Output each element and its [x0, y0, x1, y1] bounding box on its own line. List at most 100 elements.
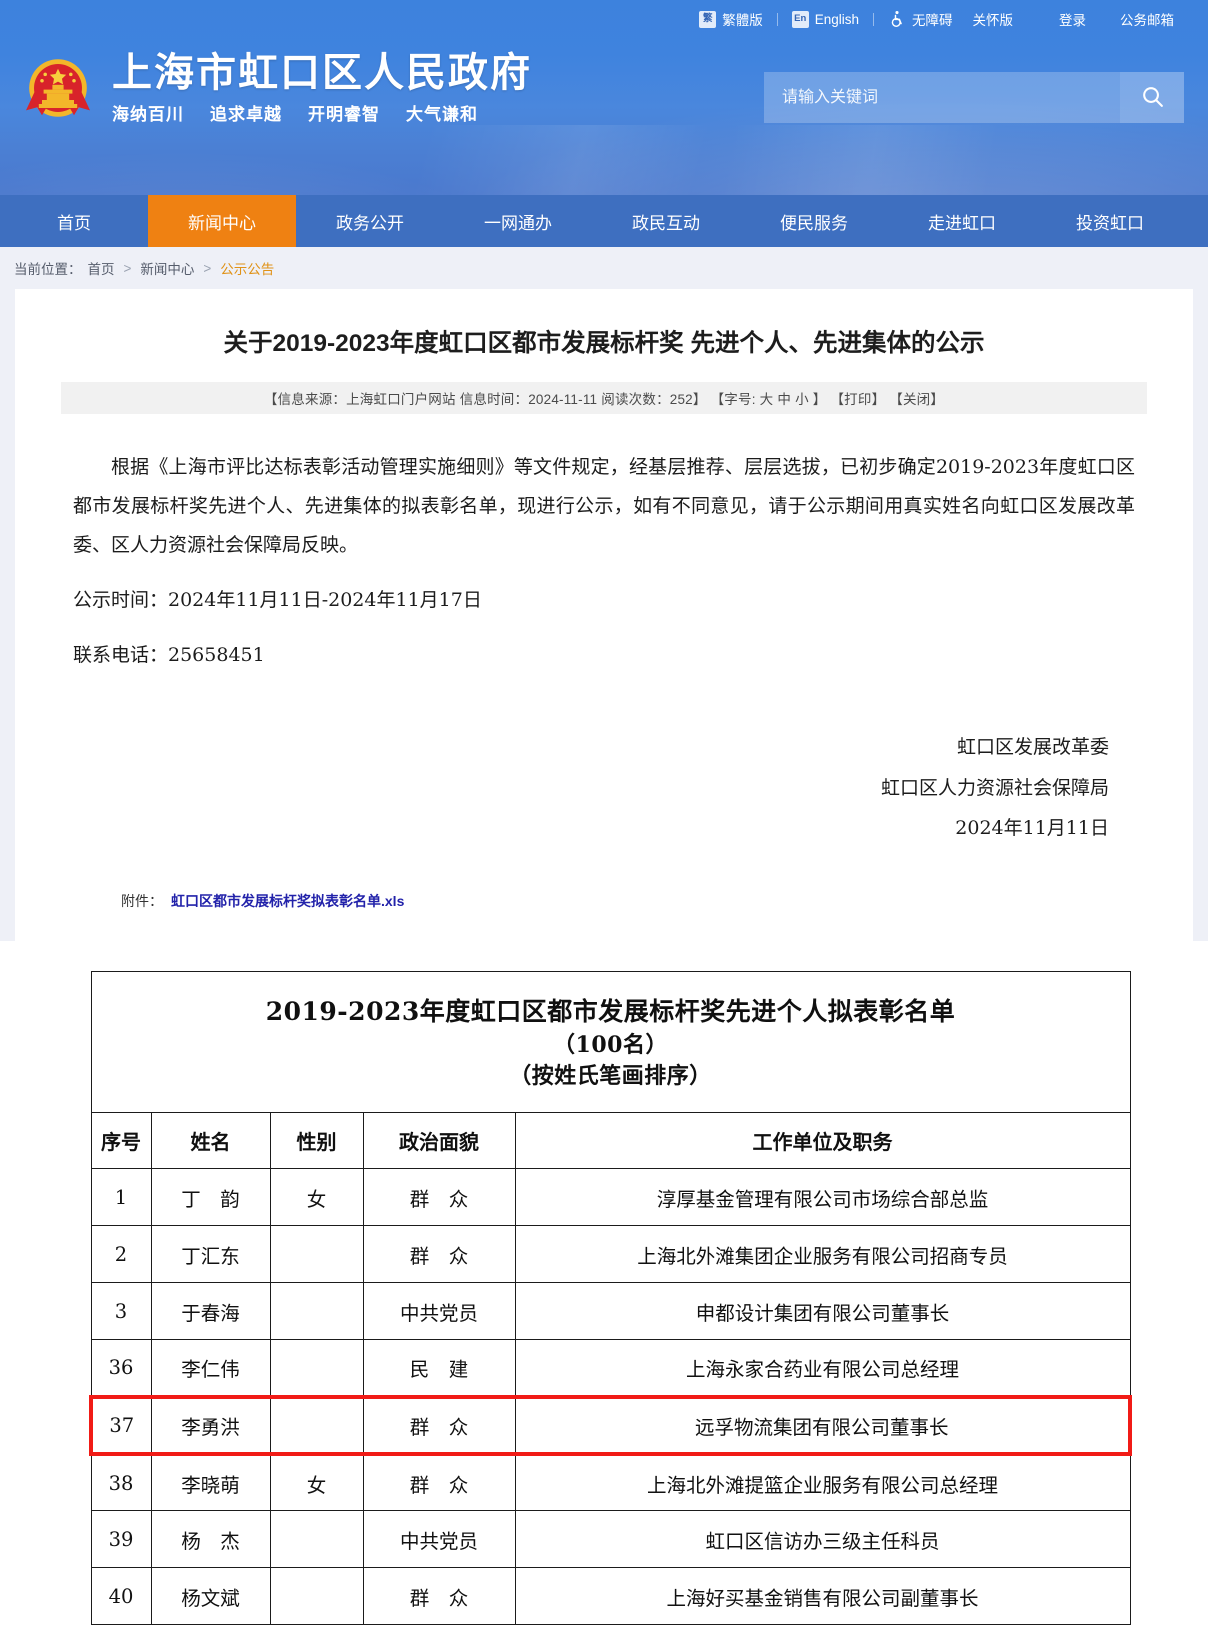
breadcrumb-prefix: 当前位置：	[14, 262, 82, 277]
cell-unit: 上海好买基金销售有限公司副董事长	[514, 1567, 1131, 1625]
cell-unit: 上海永家合药业有限公司总经理	[514, 1339, 1131, 1398]
traditional-badge-icon: 繁	[699, 10, 717, 28]
fontsize-medium-button[interactable]: 中	[777, 388, 791, 408]
english-badge-icon: En	[791, 10, 809, 28]
breadcrumb-item-home[interactable]: 首页	[88, 258, 115, 278]
cell-politics: 群 众	[362, 1394, 516, 1456]
meta-source: 【信息来源：上海虹口门户网站	[263, 392, 456, 408]
cell-name: 杨文斌	[150, 1567, 271, 1625]
table-row: 1 丁 韵 女 群 众 淳厚基金管理有限公司市场综合部总监	[90, 1168, 1131, 1227]
accessibility-link[interactable]: 无障碍	[878, 9, 963, 29]
page-title: 关于2019-2023年度虹口区都市发展标杆奖 先进个人、先进集体的公示	[223, 330, 985, 357]
close-button[interactable]: 【关闭】	[889, 388, 944, 408]
meta-views: 阅读次数：252】	[601, 392, 707, 408]
attachment-label: 附件：	[121, 893, 163, 910]
column-header-politics: 政治面貌	[362, 1112, 516, 1170]
column-header-sex: 性别	[269, 1112, 364, 1170]
nav-item-invest[interactable]: 投资虹口	[1036, 195, 1184, 247]
cell-sex	[269, 1282, 364, 1341]
meta-fontsize-label: 【字号:	[710, 392, 756, 408]
official-mail-link[interactable]: 公务邮箱	[1110, 9, 1184, 29]
cell-sex	[269, 1510, 364, 1569]
cell-sex: 女	[269, 1453, 364, 1512]
breadcrumb: 当前位置： 首页 > 新闻中心 > 公示公告	[0, 247, 1208, 289]
column-header-unit: 工作单位及职务	[514, 1112, 1131, 1170]
site-header: 繁 繁體版 En English 无障碍 关怀版 登录 公务邮箱 上海市虹口区人…	[0, 0, 1208, 195]
cell-name: 于春海	[150, 1282, 271, 1341]
main-navigation: 首页 新闻中心 政务公开 一网通办 政民互动 便民服务 走进虹口 投资虹口	[0, 195, 1208, 247]
cell-politics: 群 众	[362, 1168, 516, 1227]
search-button[interactable]	[1120, 72, 1184, 123]
meta-fontsize-close: 】	[812, 392, 827, 408]
login-link[interactable]: 登录	[1049, 9, 1096, 29]
table-row-highlighted: 37 李勇洪 群 众 远孚物流集团有限公司董事长	[89, 1394, 1132, 1456]
nav-item-gov-affairs[interactable]: 政务公开	[296, 195, 444, 247]
cell-politics: 中共党员	[362, 1510, 516, 1569]
english-link[interactable]: En English	[782, 10, 869, 28]
signature-org-2: 虹口区人力资源社会保障局	[880, 776, 1109, 799]
cell-no: 40	[90, 1567, 152, 1625]
cell-no: 39	[90, 1510, 152, 1569]
motto-word-4: 大气谦和	[406, 104, 478, 125]
table-row: 40 杨文斌 群 众 上海好买基金销售有限公司副董事长	[90, 1567, 1131, 1625]
signature-block: 虹口区发展改革委 虹口区人力资源社会保障局 2024年11月11日	[61, 675, 1147, 850]
cell-name: 李勇洪	[150, 1394, 271, 1456]
notice-period: 公示时间：2024年11月11日-2024年11月17日	[73, 588, 482, 611]
search-input[interactable]	[764, 72, 1120, 123]
cell-sex	[269, 1394, 364, 1456]
nav-item-interaction[interactable]: 政民互动	[592, 195, 740, 247]
contact-phone: 联系电话：25658451	[73, 643, 265, 666]
nav-item-about-hongkou[interactable]: 走进虹口	[888, 195, 1036, 247]
breadcrumb-item-news-center[interactable]: 新闻中心	[140, 258, 194, 278]
nav-item-one-net[interactable]: 一网通办	[444, 195, 592, 247]
roster-title-line2: （100名）	[553, 1031, 668, 1058]
breadcrumb-current: 公示公告	[220, 262, 275, 277]
cell-name: 李晓萌	[150, 1453, 271, 1512]
article-meta-bar: 【信息来源：上海虹口门户网站 信息时间：2024-11-11 阅读次数：252】…	[61, 382, 1147, 415]
site-title: 上海市虹口区人民政府	[112, 49, 532, 96]
cell-politics: 群 众	[362, 1567, 516, 1625]
article-body: 根据《上海市评比达标表彰活动管理实施细则》等文件规定，经基层推荐、层层选拔，已初…	[61, 414, 1147, 675]
nav-item-services[interactable]: 便民服务	[740, 195, 888, 247]
column-header-no: 序号	[90, 1112, 152, 1170]
national-emblem-icon	[18, 48, 98, 128]
divider	[873, 12, 874, 26]
traditional-chinese-link[interactable]: 繁 繁體版	[689, 9, 773, 29]
cell-unit: 淳厚基金管理有限公司市场综合部总监	[514, 1168, 1131, 1227]
accessibility-label: 无障碍	[912, 13, 953, 28]
cell-sex: 女	[269, 1168, 364, 1227]
cell-name: 杨 杰	[150, 1510, 271, 1569]
account-links: 登录 公务邮箱	[1049, 9, 1184, 29]
signature-org-1: 虹口区发展改革委	[956, 735, 1109, 758]
article-card: 关于2019-2023年度虹口区都市发展标杆奖 先进个人、先进集体的公示 【信息…	[15, 289, 1193, 942]
cell-no: 38	[90, 1453, 152, 1512]
cell-politics: 中共党员	[362, 1282, 516, 1341]
cell-name: 李仁伟	[150, 1339, 271, 1398]
table-row: 2 丁汇东 群 众 上海北外滩集团企业服务有限公司招商专员	[90, 1225, 1131, 1284]
traditional-label: 繁體版	[722, 13, 763, 28]
print-button[interactable]: 【打印】	[830, 388, 885, 408]
nav-item-home[interactable]: 首页	[0, 195, 148, 247]
care-version-link[interactable]: 关怀版	[963, 9, 1024, 29]
roster-table: 2019-2023年度虹口区都市发展标杆奖先进个人拟表彰名单 （100名） （按…	[89, 971, 1132, 1625]
motto-word-2: 追求卓越	[210, 104, 282, 125]
cell-unit: 虹口区信访办三级主任科员	[514, 1510, 1131, 1569]
cell-politics: 民 建	[362, 1339, 516, 1398]
roster-title-line3: （按姓氏笔画排序）	[509, 1063, 712, 1090]
cell-unit: 上海北外滩提篮企业服务有限公司总经理	[514, 1453, 1131, 1512]
attachment-file-link[interactable]: 虹口区都市发展标杆奖拟表彰名单.xls	[171, 891, 404, 911]
cell-no: 1	[90, 1168, 152, 1227]
cell-sex	[269, 1225, 364, 1284]
fontsize-small-button[interactable]: 小	[795, 388, 809, 408]
cell-unit: 申都设计集团有限公司董事长	[514, 1282, 1131, 1341]
cell-unit: 上海北外滩集团企业服务有限公司招商专员	[514, 1225, 1131, 1284]
cell-no: 37	[89, 1394, 152, 1456]
nav-item-news-center[interactable]: 新闻中心	[148, 195, 296, 247]
site-search	[764, 72, 1184, 123]
cell-politics: 群 众	[362, 1453, 516, 1512]
english-label: English	[814, 11, 859, 27]
breadcrumb-separator-icon: >	[203, 260, 212, 276]
table-row: 3 于春海 中共党员 申都设计集团有限公司董事长	[90, 1282, 1131, 1341]
fontsize-large-button[interactable]: 大	[760, 388, 774, 408]
brand[interactable]: 上海市虹口区人民政府 海纳百川 追求卓越 开明睿智 大气谦和	[18, 48, 532, 128]
